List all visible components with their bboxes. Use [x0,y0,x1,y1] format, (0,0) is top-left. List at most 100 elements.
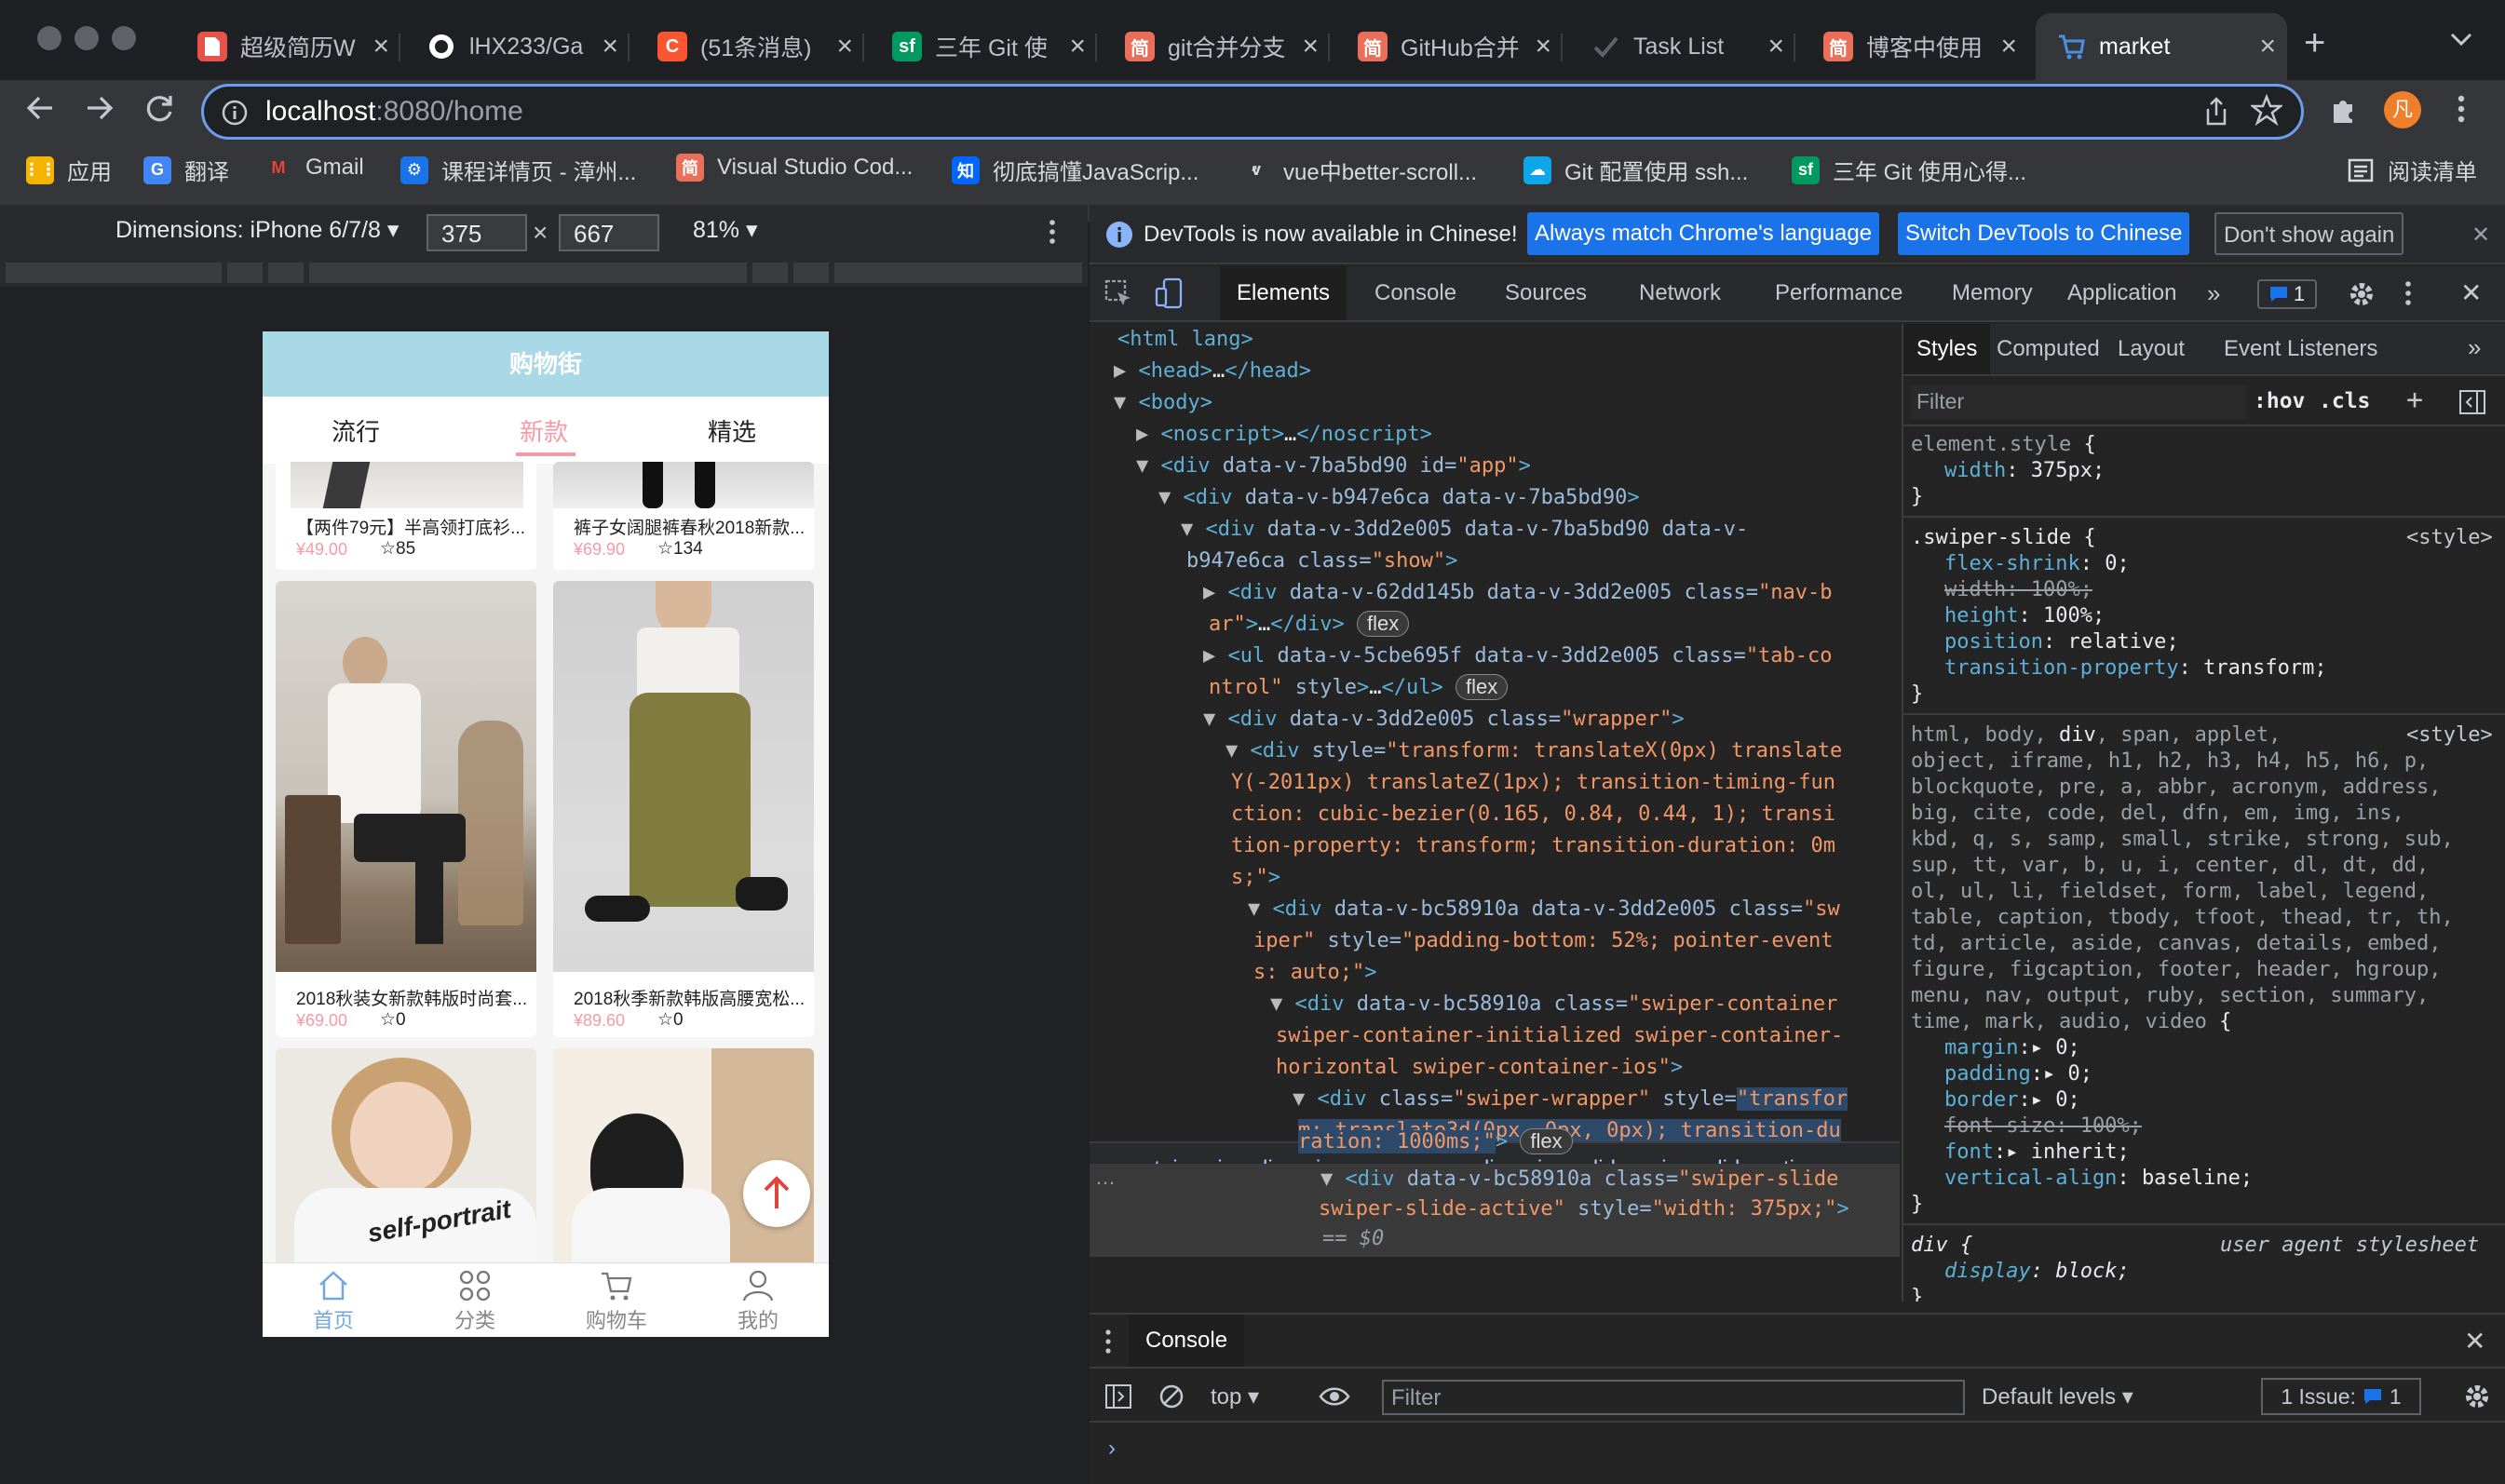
menu-kebab-icon[interactable] [2455,93,2468,125]
inspect-element-icon[interactable] [1104,279,1134,309]
bookmark-item[interactable]: ⚙ 课程详情页 - 漳州... [400,154,636,186]
bookmark-item[interactable]: sf 三年 Git 使用心得... [1792,154,2026,186]
devtools-tab-sources[interactable]: Sources [1488,266,1604,320]
close-window-button[interactable] [37,26,61,50]
devtools-tab-network[interactable]: Network [1622,266,1738,320]
styles-subtab[interactable]: Event Listeners [2211,324,2390,374]
close-tab-icon[interactable]: × [1302,33,1319,61]
close-drawer-icon[interactable]: ✕ [2464,1326,2485,1356]
tab-search-icon[interactable] [2449,32,2473,48]
product-card[interactable]: 2018秋季新款韩版高腰宽松... ¥89.60 ☆0 [553,581,814,1037]
product-card[interactable]: 裤子女阔腿裤春秋2018新款... ¥69.90 ☆134 [553,462,814,570]
browser-tab[interactable]: 超级简历W × [177,13,400,80]
bookmark-item[interactable]: G 翻译 [143,154,229,186]
media-query-ruler[interactable] [0,257,1088,287]
console-settings-icon[interactable] [2462,1382,2492,1411]
device-toolbar-icon[interactable] [1155,277,1185,309]
browser-tab[interactable]: market × [2036,13,2287,80]
product-card[interactable]: 2018秋装女新款韩版时尚套... ¥69.00 ☆0 [276,581,536,1037]
browser-tab[interactable]: lHX233/Ga × [406,13,630,80]
bookmark-item[interactable]: 知彻底搞懂JavaScrip... [952,154,1198,186]
styles-subtab[interactable]: Styles [1903,324,1991,374]
tabbar-home[interactable]: 首页 [263,1263,404,1337]
dom-node[interactable]: ▼ <div data-v-b947e6ca data-v-7ba5bd90> [1158,482,1640,513]
device-more-icon[interactable] [1047,218,1058,246]
styles-filter-input[interactable]: Filter [1911,385,2246,419]
dom-node[interactable]: ▶ <noscript>…</noscript> [1136,419,1432,450]
more-tabs-icon[interactable]: » [2207,279,2220,308]
bookmark-item[interactable]: ☁ Git 配置使用 ssh... [1523,154,1748,186]
clear-console-icon[interactable] [1158,1383,1185,1410]
live-expression-eye-icon[interactable] [1319,1385,1350,1408]
profile-avatar[interactable]: 凡 [2384,91,2421,128]
toggle-sidebar-icon[interactable] [2458,389,2486,415]
extensions-icon[interactable] [2328,93,2360,125]
more-subtabs-icon[interactable]: » [2468,333,2481,362]
devtools-tab-elements[interactable]: Elements [1220,266,1347,320]
close-tab-icon[interactable]: × [602,33,618,61]
reading-list-button[interactable]: 阅读清单 [2347,154,2477,186]
devtools-tab-memory[interactable]: Memory [1935,266,2050,320]
close-tab-icon[interactable]: × [2000,33,2017,61]
address-bar[interactable]: localhost:8080/home [201,84,2304,140]
styles-subtab[interactable]: Computed [1984,324,2113,374]
console-prompt[interactable]: › [1108,1436,1116,1462]
maximize-window-button[interactable] [112,26,136,50]
settings-gear-icon[interactable] [2347,279,2376,309]
customize-kebab-icon[interactable] [2403,279,2414,307]
tab-new[interactable]: 新款 [520,413,568,448]
dom-node[interactable]: ▶ <div data-v-62dd145b data-v-3dd2e005 c… [1203,577,1833,608]
close-tab-icon[interactable]: × [1069,33,1086,61]
browser-tab[interactable]: 简博客中使用 × [1803,13,2028,80]
zoom-select[interactable]: 81% ▾ [693,216,758,244]
bookmark-item[interactable]: 简 Visual Studio Cod... [676,154,913,182]
browser-tab[interactable]: sf 三年 Git 使 × [872,13,1097,80]
drawer-tab-console[interactable]: Console [1129,1315,1245,1367]
browser-tab[interactable]: C (51条消息) × [637,13,864,80]
back-button[interactable] [24,92,56,124]
share-icon[interactable] [2202,96,2230,128]
console-sidebar-icon[interactable] [1104,1383,1132,1410]
back-to-top-button[interactable] [743,1160,810,1227]
close-devtools-icon[interactable]: ✕ [2460,277,2482,308]
close-tab-icon[interactable]: × [372,33,389,61]
browser-tab[interactable]: 简 git合并分支 × [1104,13,1330,80]
forward-button[interactable] [84,92,115,124]
tabbar-cart[interactable]: 购物车 [546,1263,687,1337]
drawer-menu-icon[interactable] [1103,1328,1114,1356]
close-tab-icon[interactable]: × [2259,33,2276,61]
close-tab-icon[interactable]: × [1535,33,1551,61]
tab-popular[interactable]: 流行 [332,413,380,448]
dom-node[interactable]: ▼ <body> [1114,387,1212,418]
device-width-input[interactable]: 375 [427,214,527,251]
tabbar-category[interactable]: 分类 [404,1263,546,1337]
hov-toggle[interactable]: :hov [2254,389,2305,413]
dom-tree[interactable]: <html lang> ▶ <head>…</head> ▼ <body> ▶ … [1090,324,1900,1141]
switch-language-button[interactable]: Switch DevTools to Chinese [1898,212,2190,255]
selected-dom-node[interactable]: … ▼ <div data-v-bc58910a class="swiper-s… [1090,1164,1900,1257]
execution-context-select[interactable]: top ▾ [1211,1383,1259,1410]
console-issues-button[interactable]: 1 Issue: 1 [2261,1378,2421,1415]
new-rule-icon[interactable]: + [2406,384,2423,416]
close-tab-icon[interactable]: × [836,33,853,61]
dom-node[interactable]: ▼ <div data-v-3dd2e005 class="wrapper"> [1203,704,1685,735]
dom-node[interactable]: ▼ <div data-v-bc58910a class="swiper-con… [1270,989,1837,1019]
devtools-tab-application[interactable]: Application [2051,266,2193,320]
browser-tab[interactable]: Task List × [1570,13,1795,80]
bookmark-item[interactable]: ⋮⋮ 应用 [23,154,112,186]
device-height-input[interactable]: 667 [559,214,659,251]
log-levels-select[interactable]: Default levels ▾ [1982,1383,2133,1410]
dom-node[interactable]: <html lang> [1117,324,1253,355]
dont-show-again-button[interactable]: Don't show again [2214,212,2404,255]
dom-node[interactable]: ▼ <div data-v-bc58910a data-v-3dd2e005 c… [1248,894,1840,924]
tab-featured[interactable]: 精选 [708,413,756,448]
bookmark-star-icon[interactable] [2251,94,2282,126]
devtools-tab-console[interactable]: Console [1358,266,1473,320]
close-tab-icon[interactable]: × [1767,33,1784,61]
console-filter-input[interactable]: Filter [1382,1380,1965,1415]
dom-node[interactable]: ▼ <div style="transform: translateX(0px)… [1225,735,1842,766]
dom-node[interactable]: ▼ <div data-v-7ba5bd90 id="app"> [1136,451,1531,481]
dom-node[interactable]: ▶ <ul data-v-5cbe695f data-v-3dd2e005 cl… [1203,641,1833,671]
tabbar-profile[interactable]: 我的 [687,1263,829,1337]
browser-tab[interactable]: 简 GitHub合并 × [1337,13,1563,80]
